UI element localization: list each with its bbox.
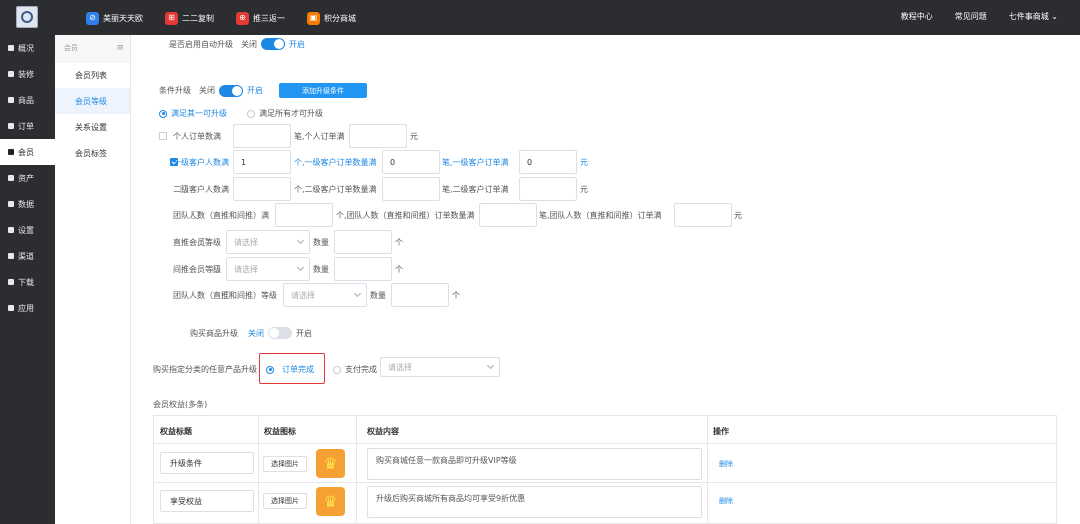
level2-order-count-input[interactable]: [382, 177, 440, 201]
cond-upgrade-row: 条件升级 关闭 开启 添加升级条件: [159, 83, 367, 98]
personal-order-count-input[interactable]: [233, 124, 291, 148]
mall-icon: ▣: [307, 11, 320, 25]
logo-emblem-icon: [21, 11, 33, 23]
col-divider: [356, 416, 357, 524]
row-divider: [154, 482, 1056, 483]
select-image-button[interactable]: 选择图片: [263, 493, 307, 509]
radio-pay-complete[interactable]: [333, 365, 341, 374]
sub-sidebar: 会员 ≡ 会员列表 会员等级 关系设置 会员标签: [55, 35, 131, 524]
auto-upgrade-toggle[interactable]: [261, 38, 285, 50]
subnav-item-relations[interactable]: 关系设置: [55, 114, 130, 140]
indirect-level-count-input[interactable]: [334, 257, 392, 281]
chevron-down-icon: [353, 289, 362, 298]
copy-icon: ⊞: [165, 11, 178, 25]
crown-icon[interactable]: ♛: [316, 449, 345, 478]
col-divider: [258, 416, 259, 524]
radio-all[interactable]: [247, 109, 255, 118]
delete-link[interactable]: 删除: [719, 496, 733, 506]
topnav-item-2[interactable]: ⊕ 推三返一: [236, 10, 285, 26]
chevron-down-icon: [486, 361, 495, 370]
sidebar-item-download[interactable]: 下载: [0, 269, 55, 295]
store-menu[interactable]: 七件事商城 ⌄: [1009, 11, 1058, 22]
top-nav: ⊘ 美丽天天欧 ⊞ 二二复制 ⊕ 推三返一 ▣ 积分商城: [86, 10, 378, 26]
settings-icon: [8, 227, 14, 233]
level2-order-amount-input[interactable]: [519, 177, 577, 201]
apps-icon: [8, 305, 14, 311]
logo[interactable]: [16, 6, 38, 28]
topnav-item-3[interactable]: ▣ 积分商城: [307, 10, 356, 26]
sidebar-item-assets[interactable]: 资产: [0, 165, 55, 191]
decorate-icon: [8, 71, 14, 77]
assets-icon: [8, 175, 14, 181]
main-sidebar: 概况 装修 商品 订单 会员 资产 数据 设置 渠道 下载 应用: [0, 35, 55, 524]
sidebar-item-decorate[interactable]: 装修: [0, 61, 55, 87]
chevron-down-icon: [296, 263, 305, 272]
download-icon: [8, 279, 14, 285]
products-icon: [8, 97, 14, 103]
benefit-title-input[interactable]: 享受权益: [160, 490, 254, 512]
delete-link[interactable]: 删除: [719, 459, 733, 469]
pay-complete-option[interactable]: 支付完成: [333, 364, 377, 375]
sidebar-item-members[interactable]: 会员: [0, 139, 55, 165]
overview-icon: [8, 45, 14, 51]
sidebar-item-overview[interactable]: 概况: [0, 35, 55, 61]
faq-link[interactable]: 常见问题: [955, 11, 987, 22]
main-content: 是否启用自动升级 关闭 开启 条件升级 关闭 开启 添加升级条件 满足其一可升级…: [131, 35, 1080, 524]
team-order-count-input[interactable]: [479, 203, 537, 227]
data-icon: [8, 201, 14, 207]
sidebar-item-settings[interactable]: 设置: [0, 217, 55, 243]
level1-count-input[interactable]: 1: [233, 150, 291, 174]
top-right-links: 教程中心 常见问题 七件事商城 ⌄: [901, 11, 1058, 22]
col-divider: [707, 416, 708, 524]
team-level-count-input[interactable]: [391, 283, 449, 307]
sidebar-item-products[interactable]: 商品: [0, 87, 55, 113]
radio-order-complete[interactable]: [266, 365, 274, 374]
subnav-item-tags[interactable]: 会员标签: [55, 140, 130, 166]
add-condition-button[interactable]: 添加升级条件: [279, 83, 367, 98]
team-count-input[interactable]: [275, 203, 333, 227]
topnav-item-0[interactable]: ⊘ 美丽天天欧: [86, 10, 143, 26]
indirect-level-select[interactable]: 请选择: [226, 257, 310, 281]
topnav-item-1[interactable]: ⊞ 二二复制: [165, 10, 214, 26]
share-icon: ⊕: [236, 11, 249, 25]
collapse-menu-icon[interactable]: ≡: [116, 43, 124, 53]
direct-level-count-input[interactable]: [334, 230, 392, 254]
level2-count-input[interactable]: [233, 177, 291, 201]
level1-order-count-input[interactable]: 0: [382, 150, 440, 174]
subnav-item-member-levels[interactable]: 会员等级: [55, 88, 130, 114]
link-icon: ⊘: [86, 11, 99, 25]
channels-icon: [8, 253, 14, 259]
auto-upgrade-row: 是否启用自动升级 关闭 开启: [169, 38, 305, 50]
benefit-content-textarea[interactable]: 升级后购买商城所有商品均可享受9折优惠: [367, 486, 702, 518]
team-level-select[interactable]: 请选择: [283, 283, 367, 307]
buy-upgrade-row: 购买商品升级 关闭 开启: [190, 327, 312, 339]
sidebar-item-apps[interactable]: 应用: [0, 295, 55, 321]
benefit-content-textarea[interactable]: 购买商城任意一款商品即可升级VIP等级: [367, 448, 702, 480]
radio-any[interactable]: [159, 109, 167, 118]
sidebar-item-data[interactable]: 数据: [0, 191, 55, 217]
match-radio-group: 满足其一可升级 满足所有才可升级: [159, 108, 323, 119]
top-bar: ⊘ 美丽天天欧 ⊞ 二二复制 ⊕ 推三返一 ▣ 积分商城 教程中心 常见问题 七件事商城…: [0, 0, 1080, 35]
pay-category-select[interactable]: 请选择: [380, 357, 500, 377]
orders-icon: [8, 123, 14, 129]
cond-checkbox-1[interactable]: [159, 131, 167, 140]
benefits-table: 权益标题 权益图标 权益内容 操作 升级条件 选择图片 ♛ 购买商城任意一款商品…: [153, 415, 1057, 524]
direct-level-select[interactable]: 请选择: [226, 230, 310, 254]
chevron-down-icon: [296, 236, 305, 245]
team-order-amount-input[interactable]: [674, 203, 732, 227]
personal-order-amount-input[interactable]: [349, 124, 407, 148]
level1-order-amount-input[interactable]: 0: [519, 150, 577, 174]
subnav-item-member-list[interactable]: 会员列表: [55, 62, 130, 88]
sidebar-item-orders[interactable]: 订单: [0, 113, 55, 139]
buy-upgrade-toggle[interactable]: [268, 327, 292, 339]
members-icon: [8, 149, 14, 155]
subnav-header: 会员 ≡: [55, 35, 130, 62]
cond-upgrade-toggle[interactable]: [219, 84, 243, 97]
benefit-title-input[interactable]: 升级条件: [160, 452, 254, 474]
sidebar-item-channels[interactable]: 渠道: [0, 243, 55, 269]
crown-icon[interactable]: ♛: [316, 487, 345, 516]
order-complete-option[interactable]: 订单完成: [266, 364, 314, 375]
select-image-button[interactable]: 选择图片: [263, 456, 307, 472]
tutorial-link[interactable]: 教程中心: [901, 11, 933, 22]
